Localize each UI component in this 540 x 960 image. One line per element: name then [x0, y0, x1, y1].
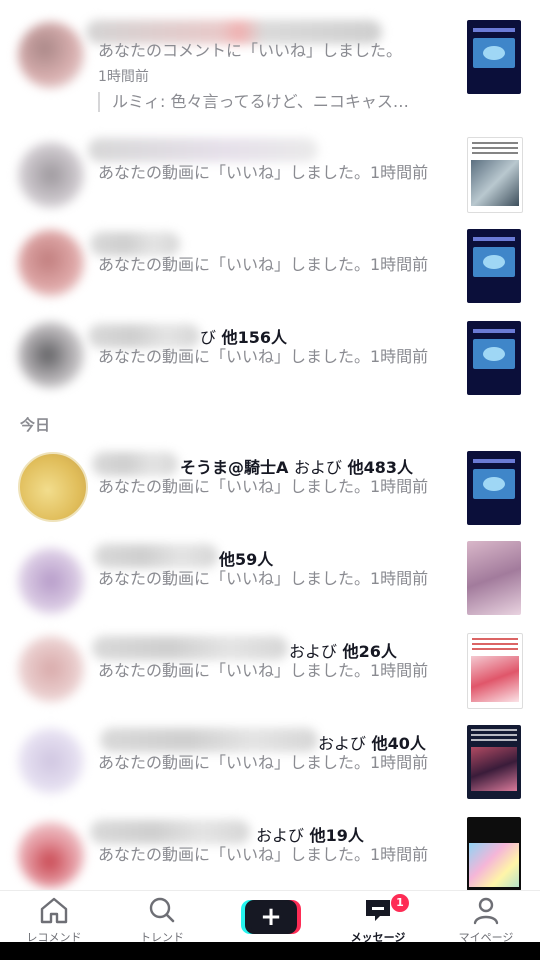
- video-thumbnail[interactable]: [467, 633, 523, 709]
- avatar[interactable]: [18, 822, 84, 888]
- avatar[interactable]: [18, 452, 88, 522]
- video-thumbnail[interactable]: [467, 321, 521, 395]
- username-tail: そうま@騎士A および 他483人: [180, 458, 413, 477]
- video-thumbnail[interactable]: [467, 451, 521, 525]
- username-blurred[interactable]: [94, 544, 218, 568]
- username-blurred[interactable]: [90, 232, 180, 256]
- video-thumbnail[interactable]: [467, 137, 523, 213]
- avatar[interactable]: [18, 548, 84, 614]
- video-thumbnail[interactable]: [467, 20, 521, 94]
- notification-message: あなたの動画に「いいね」しました。1時間前: [98, 845, 429, 864]
- username-tail: び 他156人: [200, 328, 287, 347]
- username-tail: および 他19人: [256, 826, 364, 845]
- username-blurred[interactable]: [100, 728, 318, 752]
- unread-badge: 1: [390, 893, 410, 913]
- bottom-tab-bar: レコメンド トレンド + メッセージ 1 マイページ: [0, 890, 540, 944]
- section-header-today: 今日: [20, 416, 51, 434]
- video-thumbnail[interactable]: [467, 725, 521, 799]
- avatar[interactable]: [18, 230, 84, 296]
- username-blurred[interactable]: [88, 138, 318, 162]
- notification-message: あなたの動画に「いいね」しました。1時間前: [98, 569, 429, 588]
- notification-message: あなたのコメントに「いいね」しました。: [98, 41, 403, 60]
- username-tail: および 他26人: [289, 642, 397, 661]
- username-tail: および 他40人: [318, 734, 426, 753]
- avatar[interactable]: [18, 142, 84, 208]
- notification-message: あなたの動画に「いいね」しました。1時間前: [98, 753, 429, 772]
- notification-message: あなたの動画に「いいね」しました。1時間前: [98, 255, 429, 274]
- avatar[interactable]: [18, 322, 84, 388]
- notification-message: あなたの動画に「いいね」しました。1時間前: [98, 661, 429, 680]
- tab-messages[interactable]: メッセージ: [324, 891, 432, 944]
- username-tail: 他59人: [219, 550, 274, 569]
- tab-trend[interactable]: トレンド: [108, 891, 216, 944]
- comment-quote: ルミィ: 色々言ってるけど、ニコキャス…: [98, 92, 409, 112]
- home-icon: [40, 897, 68, 924]
- notification-time: 1時間前: [98, 69, 149, 85]
- create-video-button[interactable]: +: [245, 900, 297, 934]
- username-blurred[interactable]: [92, 452, 178, 476]
- profile-icon: [473, 897, 499, 925]
- notification-feed[interactable]: あなたのコメントに「いいね」しました。 1時間前 ルミィ: 色々言ってるけど、ニ…: [0, 0, 540, 890]
- avatar[interactable]: [18, 636, 84, 702]
- notification-message: あなたの動画に「いいね」しました。1時間前: [98, 347, 429, 366]
- username-blurred[interactable]: [92, 636, 288, 660]
- username-blurred[interactable]: [90, 820, 250, 844]
- username-blurred[interactable]: [88, 324, 200, 348]
- avatar[interactable]: [18, 728, 84, 794]
- video-thumbnail[interactable]: [467, 229, 521, 303]
- tab-mypage[interactable]: マイページ: [432, 891, 540, 944]
- notification-message: あなたの動画に「いいね」しました。1時間前: [98, 163, 429, 182]
- notification-message: あなたの動画に「いいね」しました。1時間前: [98, 477, 429, 496]
- avatar[interactable]: [18, 22, 84, 88]
- plus-icon: +: [260, 902, 282, 932]
- video-thumbnail[interactable]: [467, 817, 521, 890]
- system-nav-bar: [0, 942, 540, 960]
- search-icon: [149, 897, 175, 923]
- video-thumbnail[interactable]: [467, 541, 521, 615]
- tab-recommend[interactable]: レコメンド: [0, 891, 108, 944]
- message-icon: [366, 900, 390, 921]
